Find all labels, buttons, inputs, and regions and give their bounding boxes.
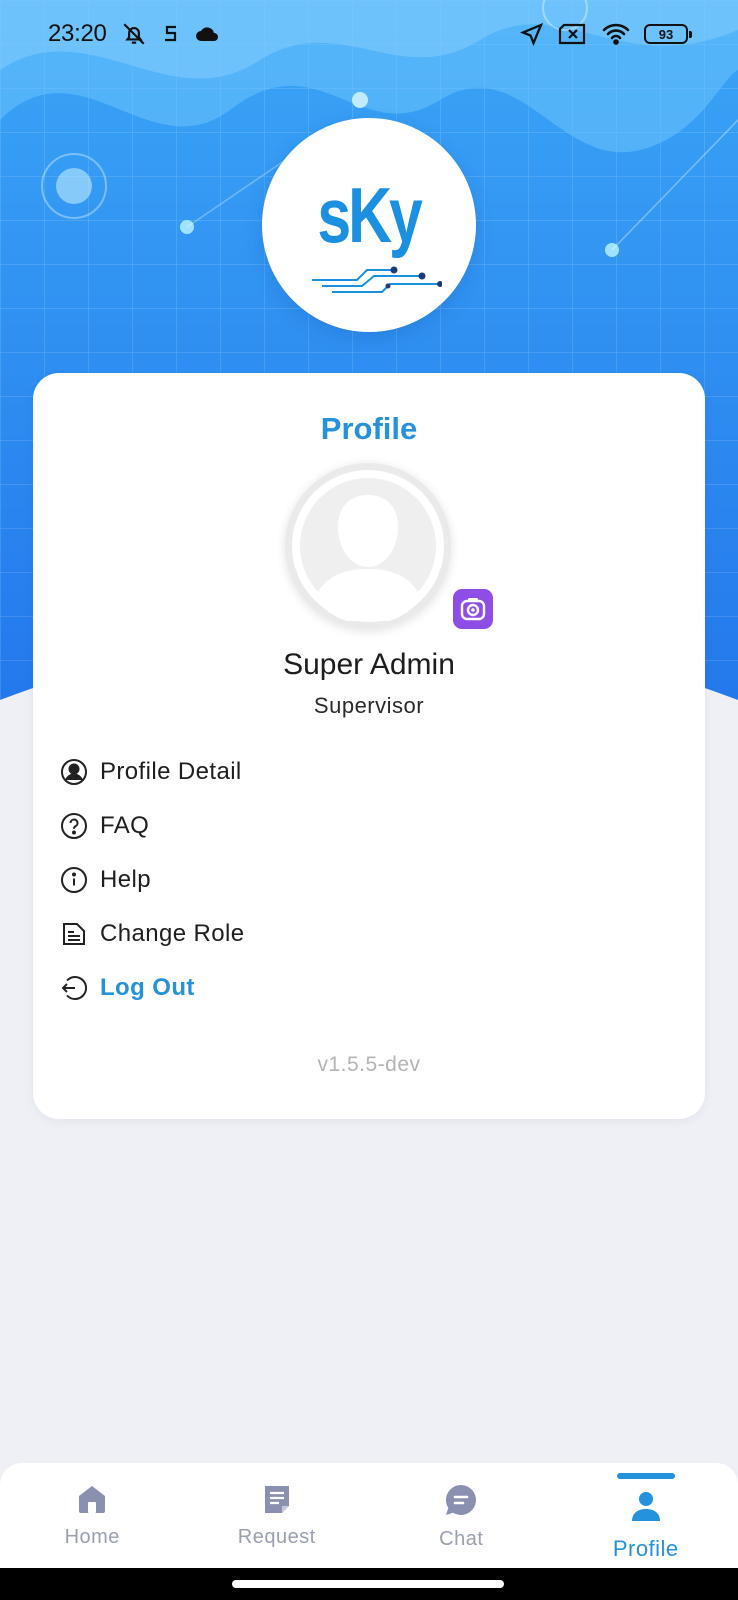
change-photo-button[interactable] xyxy=(453,589,493,629)
avatar[interactable] xyxy=(285,463,451,629)
nav-item-profile[interactable]: Profile xyxy=(554,1463,738,1568)
document-icon xyxy=(57,917,91,951)
home-icon xyxy=(76,1483,108,1520)
menu-item-change-role[interactable]: Change Role xyxy=(57,907,677,961)
chat-icon xyxy=(444,1483,478,1522)
profile-card: Profile Super Admin Supervisor Profile D… xyxy=(33,373,705,1119)
user-name: Super Admin xyxy=(283,648,455,681)
page-title: Profile xyxy=(320,411,418,446)
nav-item-chat[interactable]: Chat xyxy=(369,1463,554,1568)
s-app-icon xyxy=(161,23,181,45)
logo-text: sKy xyxy=(317,170,423,259)
cloud-icon xyxy=(195,26,219,42)
menu-item-label: Change Role xyxy=(100,920,245,947)
battery-icon: 93 xyxy=(644,24,692,44)
status-bar: 23:20 93 xyxy=(0,0,738,68)
profile-screen: 23:20 93 sKy Profile Super Admin Supervi… xyxy=(0,0,738,1600)
menu-item-label: Help xyxy=(100,866,151,893)
wifi-icon xyxy=(602,23,630,45)
status-time: 23:20 xyxy=(48,20,107,47)
profile-menu: Profile Detail FAQ Help Change Role Log … xyxy=(57,745,677,1015)
nav-label: Request xyxy=(237,1526,316,1548)
menu-item-label: FAQ xyxy=(100,812,150,839)
menu-item-log-out[interactable]: Log Out xyxy=(57,961,677,1015)
menu-item-help[interactable]: Help xyxy=(57,853,677,907)
menu-item-faq[interactable]: FAQ xyxy=(57,799,677,853)
nav-label: Home xyxy=(64,1526,120,1548)
menu-item-label: Profile Detail xyxy=(100,758,242,785)
nav-label: Profile xyxy=(612,1536,679,1561)
nav-item-request[interactable]: Request xyxy=(185,1463,370,1568)
nav-item-home[interactable]: Home xyxy=(0,1463,185,1568)
nav-label: Chat xyxy=(439,1528,484,1550)
alarm-off-icon xyxy=(121,21,147,47)
active-tab-indicator xyxy=(616,1473,675,1479)
logout-icon xyxy=(57,971,91,1005)
question-circle-icon xyxy=(57,809,91,843)
user-circle-icon xyxy=(57,755,91,789)
app-logo: sKy xyxy=(262,118,476,332)
menu-item-label: Log Out xyxy=(100,974,195,1001)
location-arrow-icon xyxy=(520,22,544,46)
app-version: v1.5.5-dev xyxy=(317,1053,421,1076)
home-indicator[interactable] xyxy=(232,1580,504,1588)
user-role: Supervisor xyxy=(313,693,425,718)
camera-icon xyxy=(460,598,486,621)
circuit-lines-icon xyxy=(312,266,442,293)
profile-icon xyxy=(631,1491,661,1528)
info-circle-icon xyxy=(57,863,91,897)
battery-level: 93 xyxy=(658,26,674,42)
default-avatar-icon xyxy=(300,478,436,621)
menu-item-profile-detail[interactable]: Profile Detail xyxy=(57,745,677,799)
sim-x-icon xyxy=(558,23,588,45)
bottom-navigation: Home Request Chat Profile xyxy=(0,1463,738,1568)
request-icon xyxy=(261,1483,293,1520)
